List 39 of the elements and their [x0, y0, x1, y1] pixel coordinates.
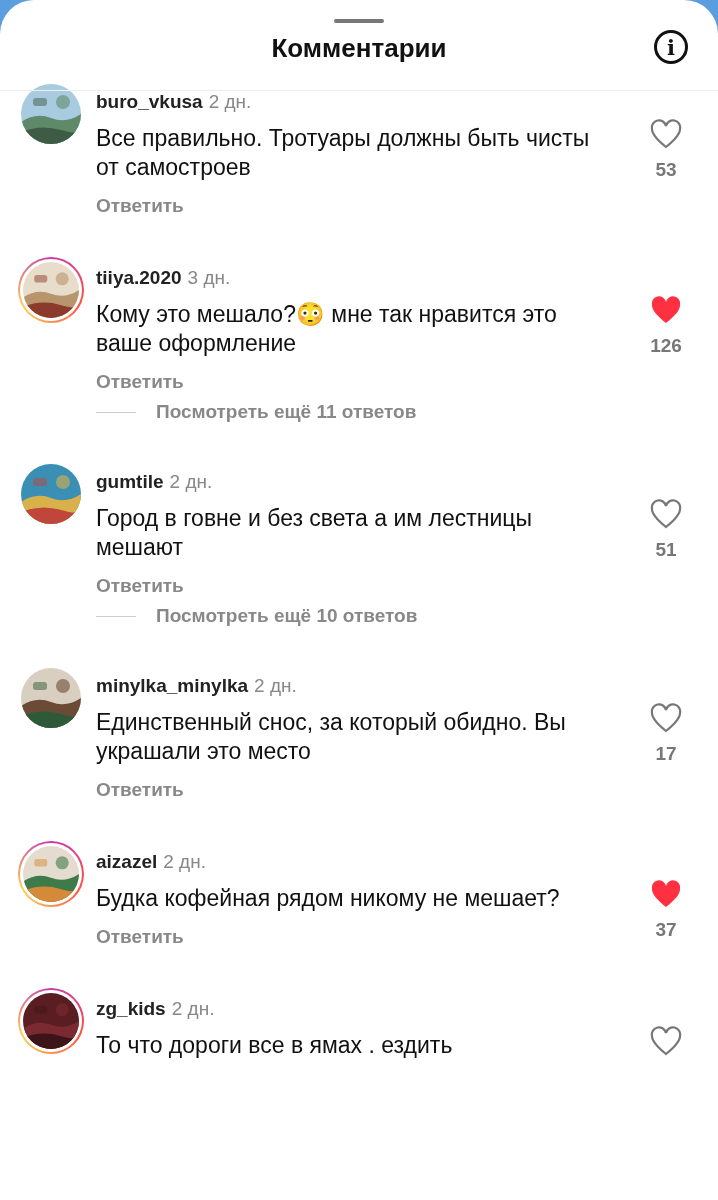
comment-text: Кому это мешало?😳 мне так нравится это ваше оформление: [96, 300, 558, 358]
drag-handle[interactable]: [334, 19, 384, 23]
heart-icon[interactable]: [650, 119, 682, 149]
reply-button[interactable]: Ответить: [96, 926, 184, 948]
like-count: 126: [650, 335, 682, 357]
comment-text: Все правильно. Тротуары должны быть чисты от самостроев: [96, 124, 591, 182]
comment-text: Единственный снос, за который обидно. Вы украшали это место: [96, 708, 567, 766]
comment-time: 2 дн.: [169, 471, 213, 493]
comment-time: 3 дн.: [187, 267, 231, 289]
username[interactable]: gumtile: [96, 471, 164, 493]
sheet-title: Комментарии: [271, 32, 447, 64]
reply-button[interactable]: Ответить: [96, 779, 184, 801]
reply-button[interactable]: Ответить: [96, 371, 184, 393]
like-count: 17: [655, 743, 677, 765]
reply-button[interactable]: Ответить: [96, 575, 184, 597]
info-button[interactable]: i: [654, 30, 688, 64]
heart-icon[interactable]: [650, 879, 682, 909]
comment-time: 2 дн.: [171, 998, 215, 1020]
heart-icon[interactable]: [650, 295, 682, 325]
like-count: 53: [655, 159, 677, 181]
comment-text: Будка кофейная рядом никому не мешает?: [96, 884, 561, 913]
username[interactable]: tiiya.2020: [96, 267, 182, 289]
username[interactable]: minylka_minylka: [96, 675, 249, 697]
comment-text: Город в говне и без света а им лестницы мешают: [96, 504, 534, 562]
reply-button[interactable]: Ответить: [96, 195, 184, 217]
comment-time: 2 дн.: [254, 675, 297, 697]
username[interactable]: aizazel: [96, 851, 158, 873]
view-replies-link[interactable]: Посмотреть ещё 10 ответов: [156, 605, 418, 627]
username[interactable]: buro_vkusa: [96, 91, 203, 113]
like-count: 51: [655, 539, 677, 561]
view-replies-link[interactable]: Посмотреть ещё 11 ответов: [156, 401, 417, 423]
heart-icon[interactable]: [650, 499, 682, 529]
comment-time: 2 дн.: [208, 91, 252, 113]
heart-icon[interactable]: [650, 1026, 682, 1056]
comment-text: То что дороги все в ямах . ездить: [96, 1031, 454, 1060]
heart-icon[interactable]: [650, 703, 682, 733]
like-count: 37: [655, 919, 677, 941]
username[interactable]: zg_kids: [96, 998, 166, 1020]
comment-time: 2 дн.: [163, 851, 206, 873]
